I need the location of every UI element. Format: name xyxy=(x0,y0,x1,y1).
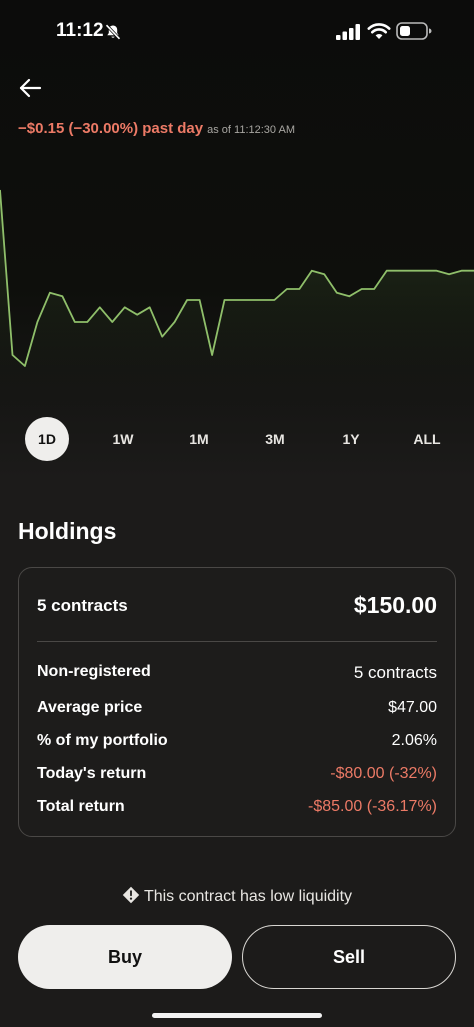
warning-icon xyxy=(122,886,140,904)
holding-row-value: $47.00 xyxy=(388,699,437,716)
liquidity-notice-text: This contract has low liquidity xyxy=(143,888,353,905)
range-tab-3m[interactable]: 3M xyxy=(253,417,297,461)
bell-muted-icon xyxy=(105,24,121,40)
back-button[interactable] xyxy=(14,72,48,106)
price-change-value: −$0.15 (−30.00%) past day xyxy=(18,120,204,137)
holding-row-label: Total return xyxy=(37,798,125,815)
holding-row: Total return -$85.00 (-36.17%) xyxy=(37,798,437,822)
holding-row-value: 5 contracts xyxy=(353,663,437,682)
card-divider xyxy=(37,641,437,642)
holding-row: Today's return -$80.00 (-32%) xyxy=(37,765,437,789)
holding-row: Non-registered 5 contracts xyxy=(37,663,437,687)
price-chart[interactable] xyxy=(0,160,474,410)
battery-icon xyxy=(396,22,432,40)
status-time: 11:12 xyxy=(56,20,104,41)
market-value: $150.00 xyxy=(353,592,437,618)
range-tab-1d[interactable]: 1D xyxy=(25,417,69,461)
sell-button[interactable]: Sell xyxy=(242,925,456,989)
arrow-left-icon xyxy=(19,78,42,98)
holding-row-label: Non-registered xyxy=(37,663,151,680)
wifi-icon xyxy=(367,23,391,39)
contracts-count: 5 contracts xyxy=(37,596,128,615)
as-of-timestamp: as of 11:12:30 AM xyxy=(207,124,295,136)
range-tab-all[interactable]: ALL xyxy=(405,417,449,461)
range-tab-1y[interactable]: 1Y xyxy=(329,417,373,461)
holding-row-label: Average price xyxy=(37,699,143,716)
liquidity-notice: This contract has low liquidity xyxy=(0,886,474,906)
holding-row-label: % of my portfolio xyxy=(37,732,168,749)
holding-row: % of my portfolio 2.06% xyxy=(37,732,437,756)
holdings-title: Holdings xyxy=(18,518,117,544)
status-bar: 11:12 xyxy=(0,0,474,64)
holding-row: Average price $47.00 xyxy=(37,699,437,723)
holding-row-label: Today's return xyxy=(37,765,147,782)
home-indicator xyxy=(152,1013,322,1018)
signal-icon xyxy=(336,24,360,40)
range-tab-1w[interactable]: 1W xyxy=(101,417,145,461)
holding-row-value: -$85.00 (-36.17%) xyxy=(308,798,437,815)
holdings-card: 5 contracts $150.00 Non-registered 5 con… xyxy=(18,567,456,837)
holding-row-value: -$80.00 (-32%) xyxy=(330,765,437,782)
holding-row-value: 2.06% xyxy=(391,732,437,749)
time-range-selector: 1D 1W 1M 3M 1Y ALL xyxy=(0,417,474,461)
price-change-summary: −$0.15 (−30.00%) past day as of 11:12:30 … xyxy=(18,120,295,138)
range-tab-1m[interactable]: 1M xyxy=(177,417,221,461)
buy-button[interactable]: Buy xyxy=(18,925,232,989)
